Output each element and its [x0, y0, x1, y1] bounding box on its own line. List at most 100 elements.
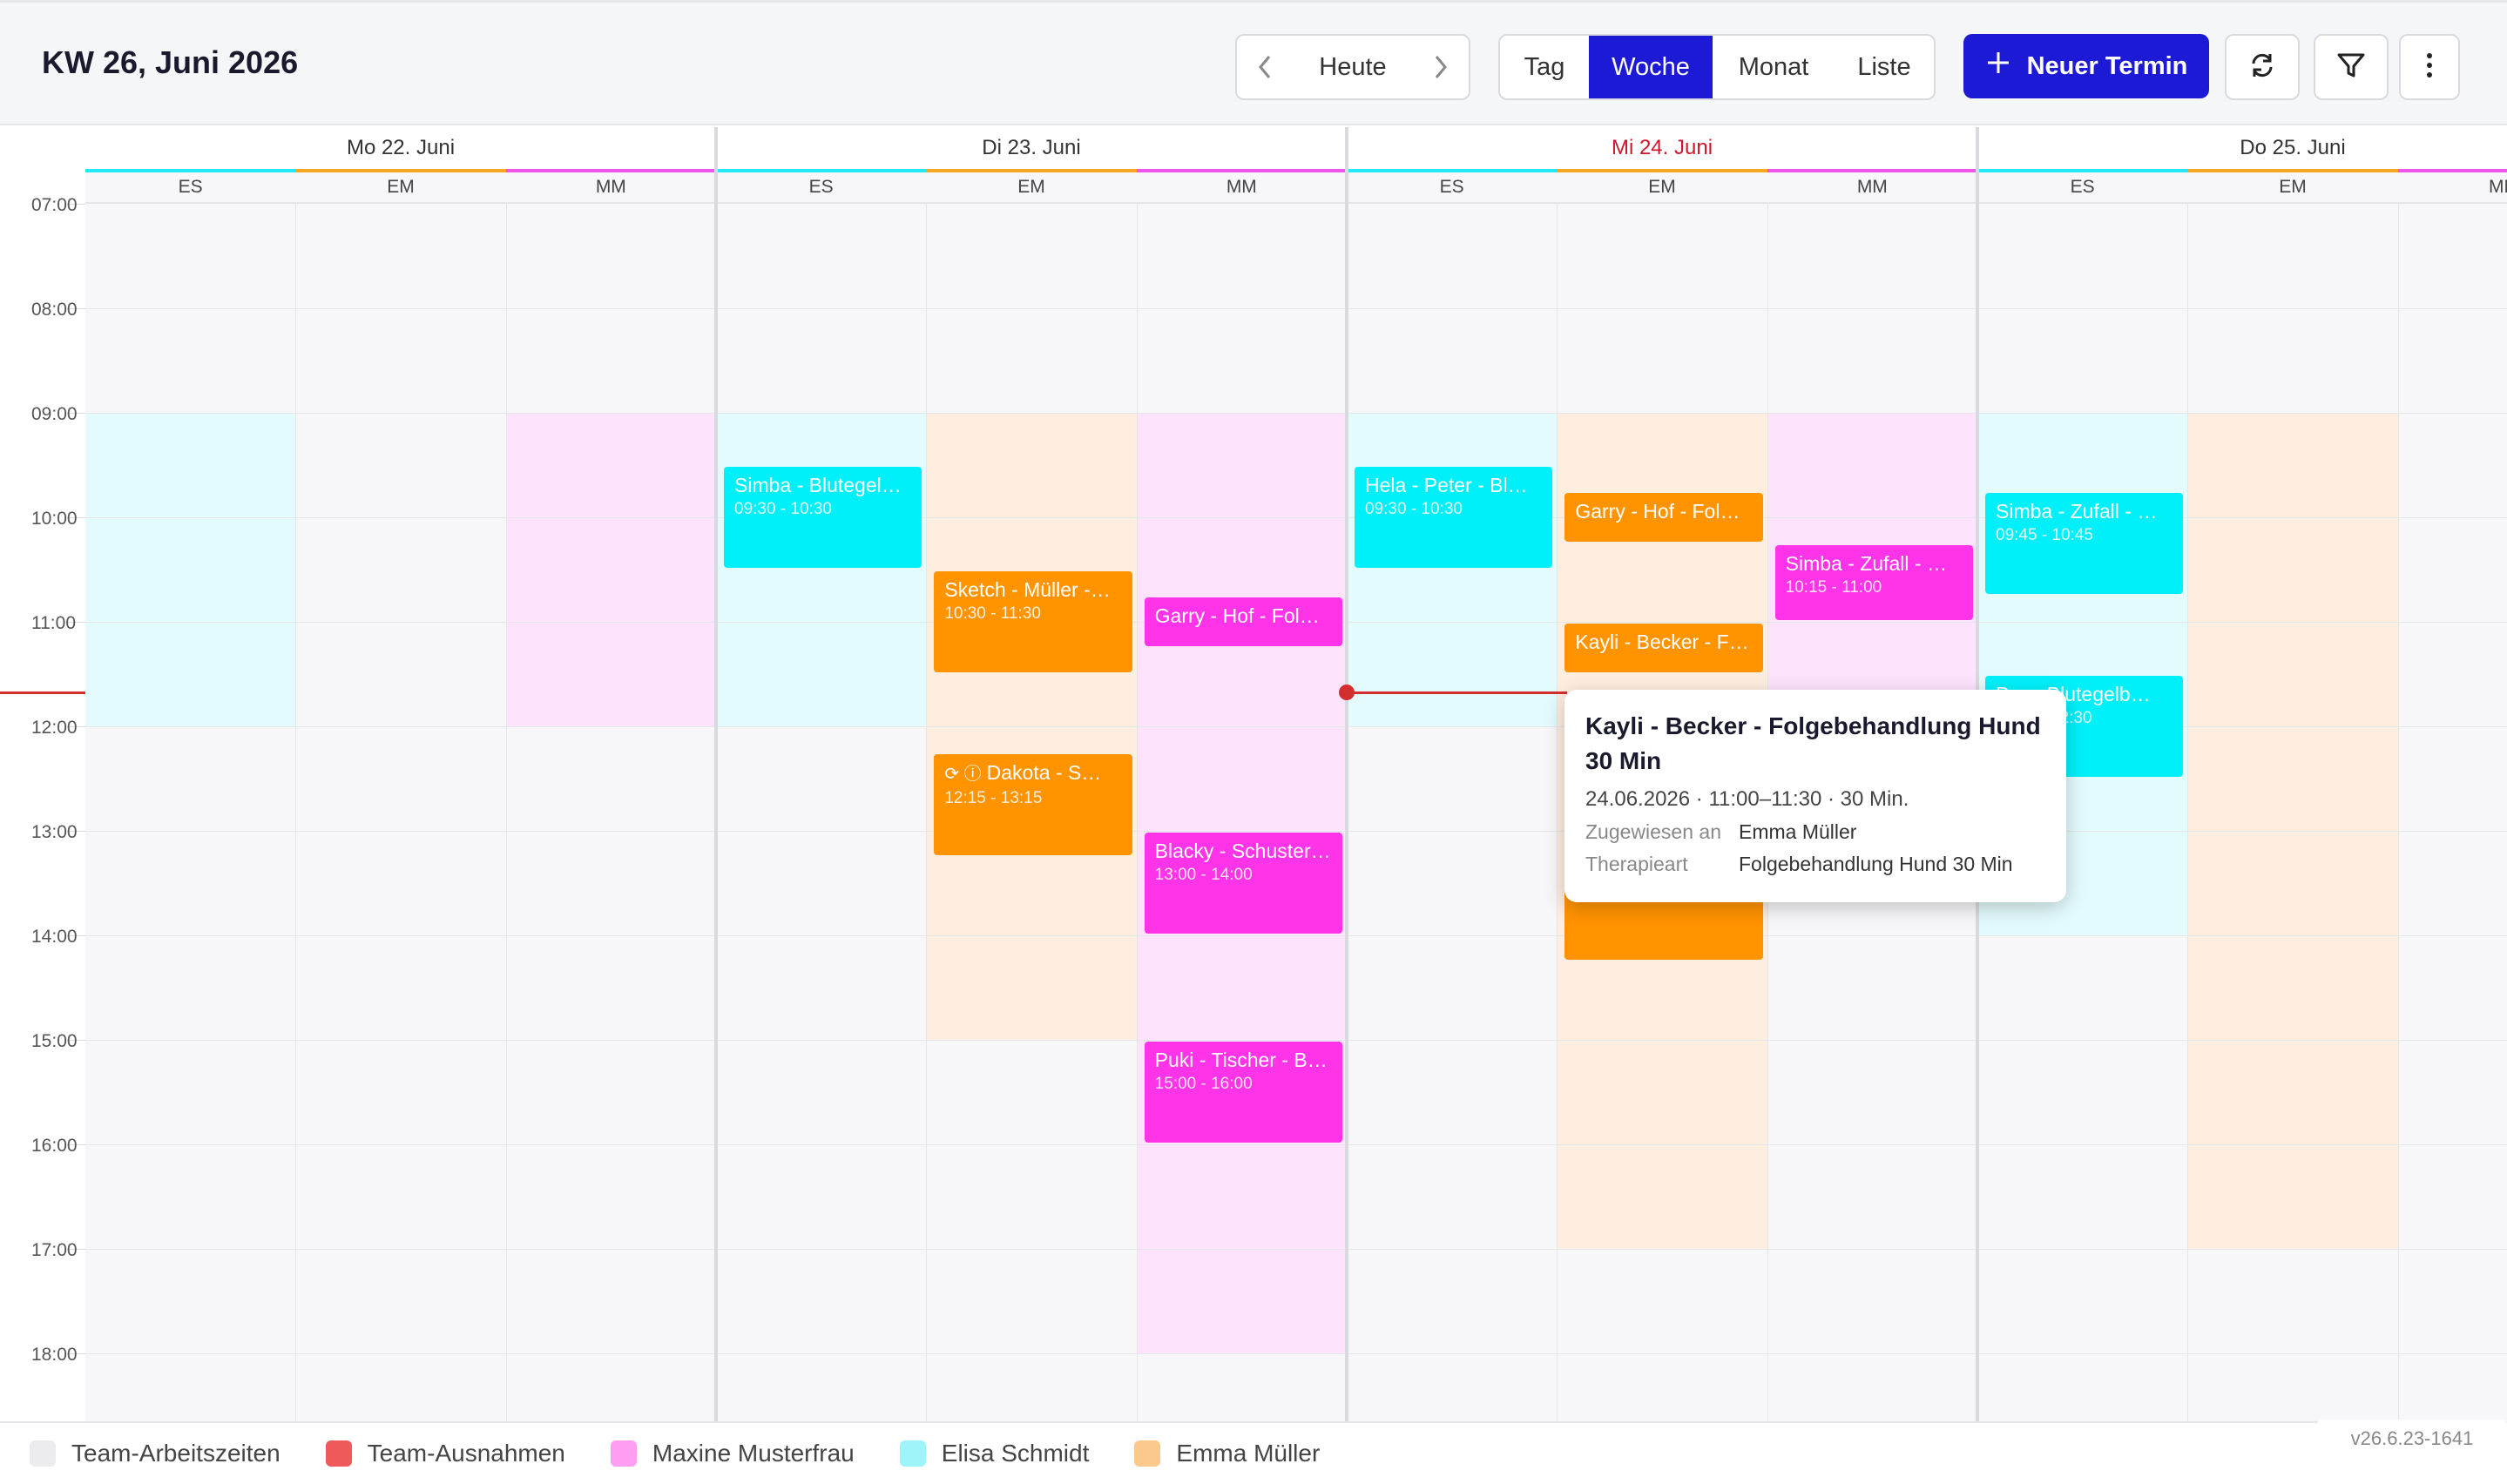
- day-divider: [714, 127, 718, 1421]
- appointment-event[interactable]: Simba - Zufall - … 10:15 - 11:00: [1774, 545, 1973, 620]
- legend-label: Elisa Schmidt: [941, 1440, 1090, 1467]
- legend-item-team-exceptions[interactable]: Team-Ausnahmen: [325, 1440, 565, 1467]
- resource-header: MM: [505, 172, 716, 204]
- legend-label: Maxine Musterfrau: [652, 1440, 855, 1467]
- appointment-event[interactable]: Hela - Peter - Bl… 09:30 - 10:30: [1355, 467, 1553, 568]
- appointment-event[interactable]: Sketch - Müller -… 10:30 - 11:30: [934, 571, 1132, 672]
- resource-header: ES: [1347, 172, 1558, 204]
- resource-column[interactable]: [505, 204, 716, 1421]
- time-label: 15:00: [31, 1031, 78, 1051]
- toolbar: KW 26, Juni 2026 Heute Tag Woche Monat L…: [0, 0, 2507, 125]
- legend-swatch: [610, 1440, 637, 1467]
- hour-gridline: [85, 308, 2507, 309]
- resource-divider: [2397, 204, 2399, 1421]
- time-label: 12:00: [31, 718, 78, 738]
- event-time: 09:30 - 10:30: [734, 500, 832, 518]
- appointment-event[interactable]: ⟳ ⓘ Dakota - S… 12:15 - 13:15: [934, 754, 1132, 855]
- tooltip-key: Zugewiesen an: [1585, 820, 1721, 843]
- filter-button[interactable]: [2314, 34, 2389, 100]
- resource-column[interactable]: [716, 204, 927, 1421]
- resource-header: ES: [85, 172, 296, 204]
- appointment-event[interactable]: Garry - Hof - Fol…: [1564, 493, 1763, 542]
- legend-label: Team-Ausnahmen: [367, 1440, 565, 1467]
- more-button[interactable]: [2399, 34, 2460, 100]
- tooltip-row-therapy: Therapieart Folgebehandlung Hund 30 Min: [1585, 853, 2045, 876]
- legend-swatch: [1134, 1440, 1161, 1467]
- legend-item-maxine[interactable]: Maxine Musterfrau: [610, 1440, 855, 1467]
- legend-item-elisa[interactable]: Elisa Schmidt: [899, 1440, 1090, 1467]
- appointment-event[interactable]: Kayli - Becker - F…: [1564, 624, 1763, 672]
- resource-header: ES: [1977, 172, 2188, 204]
- refresh-button[interactable]: [2225, 34, 2300, 100]
- resource-divider: [1557, 204, 1558, 1421]
- appointment-event[interactable]: Blacky - Schuster… 13:00 - 14:00: [1144, 833, 1342, 934]
- time-label: 10:00: [31, 509, 78, 529]
- view-day-button[interactable]: Tag: [1500, 36, 1589, 98]
- view-switcher: Tag Woche Monat Liste: [1498, 34, 1936, 100]
- day-header[interactable]: Mi 24. Juni: [1347, 127, 1977, 169]
- time-label: 14:00: [31, 927, 78, 947]
- time-label: 11:00: [31, 613, 76, 633]
- event-title: Puki - Tischer - B…: [1154, 1049, 1328, 1071]
- refresh-icon: [2247, 50, 2278, 85]
- view-list-button[interactable]: Liste: [1835, 36, 1934, 98]
- version-label: v26.6.23-1641: [2317, 1420, 2507, 1458]
- current-time-dot: [1339, 685, 1355, 700]
- appointment-event[interactable]: Simba - Zufall - … 09:45 - 10:45: [1985, 493, 2184, 594]
- recurring-icon: ⟳ ⓘ: [944, 765, 982, 784]
- tooltip-key: Therapieart: [1585, 853, 1688, 875]
- day-header[interactable]: Do 25. Juni: [1977, 127, 2507, 169]
- resource-column[interactable]: [2397, 204, 2507, 1421]
- appointment-event[interactable]: Puki - Tischer - B… 15:00 - 16:00: [1144, 1042, 1342, 1143]
- resource-divider: [926, 204, 928, 1421]
- today-button[interactable]: Heute: [1293, 53, 1413, 82]
- tooltip-row-assigned: Zugewiesen an Emma Müller: [1585, 820, 2045, 844]
- hour-gridline: [85, 831, 2507, 832]
- day-header[interactable]: Mo 22. Juni: [85, 127, 716, 169]
- availability-block: [716, 413, 927, 726]
- hour-gridline: [85, 1040, 2507, 1041]
- resource-column[interactable]: [1347, 204, 1558, 1421]
- new-appointment-button[interactable]: Neuer Termin: [1963, 34, 2209, 98]
- hour-gridline: [85, 1249, 2507, 1250]
- tooltip-title: Kayli - Becker - Folgebehandlung Hund 30…: [1585, 712, 2041, 774]
- appointment-event[interactable]: Simba - Blutegel… 09:30 - 10:30: [724, 467, 922, 568]
- time-label: 18:00: [31, 1345, 78, 1365]
- resource-header: EM: [2187, 172, 2398, 204]
- event-title: Blacky - Schuster…: [1154, 840, 1331, 862]
- event-title: Sketch - Müller -…: [944, 578, 1111, 601]
- appointment-event[interactable]: Garry - Hof - Fol…: [1144, 597, 1342, 646]
- legend-item-emma[interactable]: Emma Müller: [1134, 1440, 1320, 1467]
- time-label: 07:00: [31, 195, 78, 215]
- event-title: Simba - Zufall - …: [1785, 552, 1947, 575]
- time-label: 08:00: [31, 300, 78, 320]
- legend-item-team-hours[interactable]: Team-Arbeitszeiten: [30, 1440, 280, 1467]
- hour-gridline: [85, 935, 2507, 936]
- event-title: Hela - Peter - Bl…: [1365, 474, 1528, 496]
- time-label: 13:00: [31, 822, 78, 842]
- chevron-right-icon[interactable]: [1413, 36, 1469, 98]
- event-time: 12:15 - 13:15: [944, 789, 1043, 807]
- resource-divider: [295, 204, 297, 1421]
- view-month-button[interactable]: Monat: [1713, 36, 1835, 98]
- resource-header: MM: [1136, 172, 1347, 204]
- event-title: Simba - Blutegel…: [734, 474, 902, 496]
- time-label: 16:00: [31, 1136, 78, 1156]
- filter-icon: [2335, 50, 2367, 85]
- resource-header: EM: [1557, 172, 1767, 204]
- availability-block: [85, 413, 296, 726]
- resource-header: MN: [2397, 172, 2507, 204]
- legend-swatch: [30, 1440, 56, 1467]
- event-time: 09:45 - 10:45: [1996, 526, 2093, 544]
- chevron-left-icon[interactable]: [1237, 36, 1293, 98]
- day-header[interactable]: Di 23. Juni: [716, 127, 1347, 169]
- resource-column[interactable]: [85, 204, 296, 1421]
- view-week-button[interactable]: Woche: [1589, 36, 1713, 98]
- more-vertical-icon: [2425, 51, 2434, 84]
- plus-icon: [1985, 50, 2011, 83]
- new-appointment-label: Neuer Termin: [2026, 51, 2188, 80]
- resource-column[interactable]: [295, 204, 506, 1421]
- page-title: KW 26, Juni 2026: [42, 44, 299, 80]
- day-divider: [1345, 127, 1348, 1421]
- event-time: 09:30 - 10:30: [1365, 500, 1463, 518]
